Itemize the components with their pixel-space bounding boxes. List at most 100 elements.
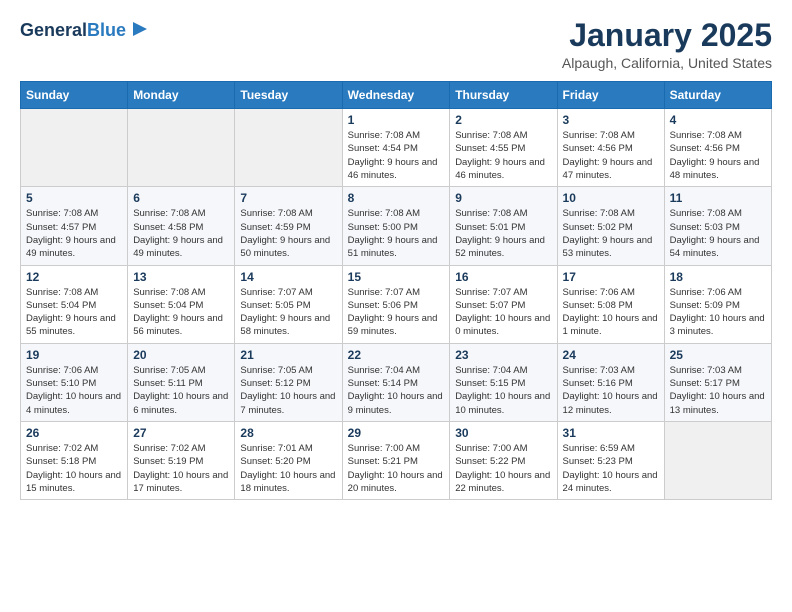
logo: GeneralBlue (20, 18, 149, 43)
day-number: 18 (670, 270, 766, 284)
day-number: 16 (455, 270, 551, 284)
calendar-cell (128, 109, 235, 187)
day-number: 28 (240, 426, 336, 440)
day-info: Sunrise: 7:08 AM Sunset: 5:04 PM Dayligh… (133, 286, 229, 339)
calendar-cell: 20Sunrise: 7:05 AM Sunset: 5:11 PM Dayli… (128, 343, 235, 421)
week-row-2: 5Sunrise: 7:08 AM Sunset: 4:57 PM Daylig… (21, 187, 772, 265)
calendar-cell: 27Sunrise: 7:02 AM Sunset: 5:19 PM Dayli… (128, 421, 235, 499)
day-info: Sunrise: 7:08 AM Sunset: 4:55 PM Dayligh… (455, 129, 551, 182)
day-info: Sunrise: 7:08 AM Sunset: 5:01 PM Dayligh… (455, 207, 551, 260)
day-info: Sunrise: 7:07 AM Sunset: 5:07 PM Dayligh… (455, 286, 551, 339)
day-number: 23 (455, 348, 551, 362)
weekday-header-saturday: Saturday (664, 82, 771, 109)
day-info: Sunrise: 7:08 AM Sunset: 4:59 PM Dayligh… (240, 207, 336, 260)
day-info: Sunrise: 7:04 AM Sunset: 5:15 PM Dayligh… (455, 364, 551, 417)
day-info: Sunrise: 7:03 AM Sunset: 5:17 PM Dayligh… (670, 364, 766, 417)
day-number: 11 (670, 191, 766, 205)
day-info: Sunrise: 7:01 AM Sunset: 5:20 PM Dayligh… (240, 442, 336, 495)
day-number: 15 (348, 270, 445, 284)
calendar-cell: 23 Sunrise: 7:04 AM Sunset: 5:15 PM Dayli… (450, 343, 557, 421)
calendar-cell: 2Sunrise: 7:08 AM Sunset: 4:55 PM Daylig… (450, 109, 557, 187)
calendar-cell: 14 Sunrise: 7:07 AM Sunset: 5:05 PM Dayli… (235, 265, 342, 343)
calendar-cell: 17 Sunrise: 7:06 AM Sunset: 5:08 PM Dayli… (557, 265, 664, 343)
day-info: Sunrise: 7:08 AM Sunset: 4:57 PM Dayligh… (26, 207, 122, 260)
calendar-table: SundayMondayTuesdayWednesdayThursdayFrid… (20, 81, 772, 500)
day-info: Sunrise: 7:07 AM Sunset: 5:06 PM Dayligh… (348, 286, 445, 339)
day-info: Sunrise: 7:02 AM Sunset: 5:18 PM Dayligh… (26, 442, 122, 495)
calendar-cell: 18 Sunrise: 7:06 AM Sunset: 5:09 PM Dayli… (664, 265, 771, 343)
weekday-header-tuesday: Tuesday (235, 82, 342, 109)
calendar-cell: 9 Sunrise: 7:08 AM Sunset: 5:01 PM Daylig… (450, 187, 557, 265)
day-info: Sunrise: 7:08 AM Sunset: 4:58 PM Dayligh… (133, 207, 229, 260)
day-number: 9 (455, 191, 551, 205)
day-info: Sunrise: 6:59 AM Sunset: 5:23 PM Dayligh… (563, 442, 659, 495)
month-title: January 2025 (562, 18, 772, 53)
day-info: Sunrise: 7:06 AM Sunset: 5:08 PM Dayligh… (563, 286, 659, 339)
day-info: Sunrise: 7:08 AM Sunset: 5:00 PM Dayligh… (348, 207, 445, 260)
day-number: 25 (670, 348, 766, 362)
day-number: 14 (240, 270, 336, 284)
header: GeneralBlue January 2025 Alpaugh, Califo… (20, 18, 772, 71)
day-info: Sunrise: 7:02 AM Sunset: 5:19 PM Dayligh… (133, 442, 229, 495)
week-row-3: 12Sunrise: 7:08 AM Sunset: 5:04 PM Dayli… (21, 265, 772, 343)
calendar-cell: 4 Sunrise: 7:08 AM Sunset: 4:56 PM Daylig… (664, 109, 771, 187)
calendar-cell: 30Sunrise: 7:00 AM Sunset: 5:22 PM Dayli… (450, 421, 557, 499)
day-info: Sunrise: 7:08 AM Sunset: 4:56 PM Dayligh… (670, 129, 766, 182)
day-info: Sunrise: 7:08 AM Sunset: 4:56 PM Dayligh… (563, 129, 659, 182)
calendar-cell: 8 Sunrise: 7:08 AM Sunset: 5:00 PM Daylig… (342, 187, 450, 265)
calendar-cell (235, 109, 342, 187)
calendar-cell: 5Sunrise: 7:08 AM Sunset: 4:57 PM Daylig… (21, 187, 128, 265)
day-info: Sunrise: 7:05 AM Sunset: 5:12 PM Dayligh… (240, 364, 336, 417)
calendar-cell (664, 421, 771, 499)
day-number: 6 (133, 191, 229, 205)
day-info: Sunrise: 7:08 AM Sunset: 5:04 PM Dayligh… (26, 286, 122, 339)
title-area: January 2025 Alpaugh, California, United… (562, 18, 772, 71)
calendar-cell: 12Sunrise: 7:08 AM Sunset: 5:04 PM Dayli… (21, 265, 128, 343)
calendar-cell: 6 Sunrise: 7:08 AM Sunset: 4:58 PM Daylig… (128, 187, 235, 265)
day-info: Sunrise: 7:04 AM Sunset: 5:14 PM Dayligh… (348, 364, 445, 417)
calendar-cell: 16 Sunrise: 7:07 AM Sunset: 5:07 PM Dayli… (450, 265, 557, 343)
calendar-cell: 3Sunrise: 7:08 AM Sunset: 4:56 PM Daylig… (557, 109, 664, 187)
calendar-cell: 10Sunrise: 7:08 AM Sunset: 5:02 PM Dayli… (557, 187, 664, 265)
day-number: 29 (348, 426, 445, 440)
calendar-cell: 21 Sunrise: 7:05 AM Sunset: 5:12 PM Dayli… (235, 343, 342, 421)
calendar-cell (21, 109, 128, 187)
day-info: Sunrise: 7:08 AM Sunset: 4:54 PM Dayligh… (348, 129, 445, 182)
calendar-cell: 7 Sunrise: 7:08 AM Sunset: 4:59 PM Daylig… (235, 187, 342, 265)
day-number: 4 (670, 113, 766, 127)
calendar-cell: 31 Sunrise: 6:59 AM Sunset: 5:23 PM Dayli… (557, 421, 664, 499)
day-number: 13 (133, 270, 229, 284)
logo-text-block: GeneralBlue (20, 18, 149, 43)
day-number: 22 (348, 348, 445, 362)
day-number: 21 (240, 348, 336, 362)
day-number: 17 (563, 270, 659, 284)
day-number: 26 (26, 426, 122, 440)
week-row-4: 19 Sunrise: 7:06 AM Sunset: 5:10 PM Dayli… (21, 343, 772, 421)
day-info: Sunrise: 7:06 AM Sunset: 5:09 PM Dayligh… (670, 286, 766, 339)
day-number: 20 (133, 348, 229, 362)
day-info: Sunrise: 7:00 AM Sunset: 5:21 PM Dayligh… (348, 442, 445, 495)
day-number: 10 (563, 191, 659, 205)
weekday-header-thursday: Thursday (450, 82, 557, 109)
day-number: 30 (455, 426, 551, 440)
calendar-cell: 28 Sunrise: 7:01 AM Sunset: 5:20 PM Dayli… (235, 421, 342, 499)
page-container: GeneralBlue January 2025 Alpaugh, Califo… (0, 0, 792, 512)
calendar-cell: 1 Sunrise: 7:08 AM Sunset: 4:54 PM Daylig… (342, 109, 450, 187)
logo-arrow-icon (131, 20, 149, 38)
day-info: Sunrise: 7:07 AM Sunset: 5:05 PM Dayligh… (240, 286, 336, 339)
day-number: 19 (26, 348, 122, 362)
weekday-header-row: SundayMondayTuesdayWednesdayThursdayFrid… (21, 82, 772, 109)
day-number: 31 (563, 426, 659, 440)
calendar-cell: 13 Sunrise: 7:08 AM Sunset: 5:04 PM Dayli… (128, 265, 235, 343)
weekday-header-wednesday: Wednesday (342, 82, 450, 109)
day-number: 8 (348, 191, 445, 205)
calendar-cell: 25 Sunrise: 7:03 AM Sunset: 5:17 PM Dayli… (664, 343, 771, 421)
weekday-header-monday: Monday (128, 82, 235, 109)
day-number: 7 (240, 191, 336, 205)
day-number: 1 (348, 113, 445, 127)
day-info: Sunrise: 7:03 AM Sunset: 5:16 PM Dayligh… (563, 364, 659, 417)
day-info: Sunrise: 7:06 AM Sunset: 5:10 PM Dayligh… (26, 364, 122, 417)
calendar-cell: 26 Sunrise: 7:02 AM Sunset: 5:18 PM Dayli… (21, 421, 128, 499)
calendar-cell: 19 Sunrise: 7:06 AM Sunset: 5:10 PM Dayli… (21, 343, 128, 421)
calendar-cell: 11Sunrise: 7:08 AM Sunset: 5:03 PM Dayli… (664, 187, 771, 265)
